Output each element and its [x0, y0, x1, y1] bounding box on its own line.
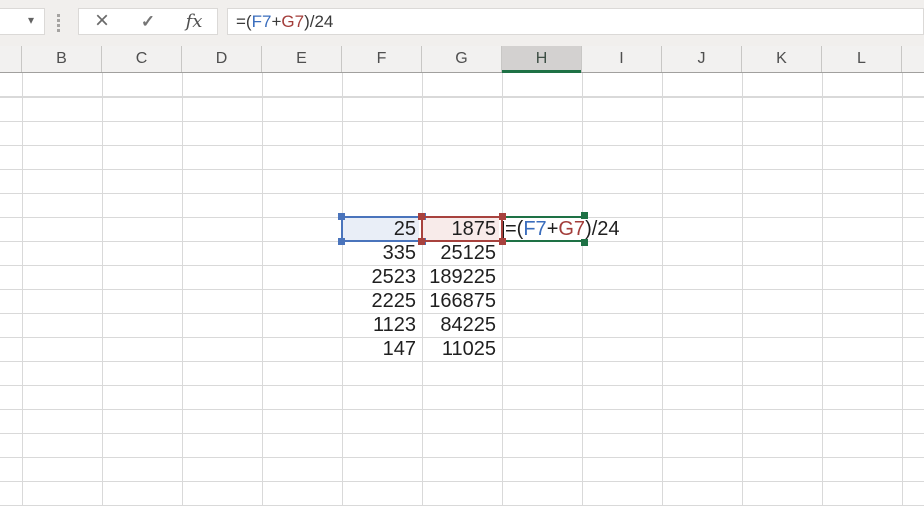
formula-text-part: )/24: [585, 218, 619, 240]
cell-F9[interactable]: 2523: [342, 265, 419, 289]
formula-input[interactable]: =(F7+G7)/24: [227, 8, 924, 35]
formula-text-part: =(: [505, 218, 523, 240]
column-header-E[interactable]: E: [262, 46, 342, 72]
column-header-F[interactable]: F: [342, 46, 422, 72]
column-header-D[interactable]: D: [182, 46, 262, 72]
cell-F11[interactable]: 1123: [342, 313, 419, 337]
cell-G12[interactable]: 11025: [422, 337, 499, 361]
reference-handle[interactable]: [499, 213, 506, 220]
cell-formula-text: =(F7+G7)/24: [505, 219, 626, 239]
formula-ref-g7: G7: [558, 218, 585, 240]
column-header-L[interactable]: L: [822, 46, 902, 72]
column-header-partial-right[interactable]: [902, 46, 924, 72]
formula-bar-buttons: × ✓ fx: [78, 8, 218, 35]
reference-handle[interactable]: [418, 213, 425, 220]
reference-handle[interactable]: [418, 238, 425, 245]
enter-button[interactable]: ✓: [125, 9, 171, 34]
column-header-partial-left[interactable]: [0, 46, 22, 72]
column-header-B[interactable]: B: [22, 46, 102, 72]
cell-F8[interactable]: 335: [342, 241, 419, 265]
formula-text-part: +: [547, 218, 559, 240]
formula-text-part: =(: [236, 12, 252, 31]
reference-handle[interactable]: [338, 213, 345, 220]
name-box[interactable]: ▾: [0, 8, 45, 35]
column-header-C[interactable]: C: [102, 46, 182, 72]
reference-border-F7: [341, 216, 423, 242]
formula-ref-f7: F7: [252, 12, 272, 31]
sheet-grid[interactable]: 25 1875 335 25125 2523 189225 2225 16687…: [0, 73, 924, 506]
insert-function-button[interactable]: fx: [171, 9, 217, 34]
toolbar-drag-handle-icon: [57, 14, 60, 32]
reference-border-G7: [421, 216, 503, 242]
formula-ref-f7: F7: [523, 218, 546, 240]
column-header-K[interactable]: K: [742, 46, 822, 72]
excel-window: ▾ × ✓ fx =(F7+G7)/24 B C D E F G H I J K…: [0, 0, 924, 506]
reference-handle[interactable]: [499, 238, 506, 245]
formula-toolbar: ▾ × ✓ fx =(F7+G7)/24: [0, 0, 924, 46]
cell-G8[interactable]: 25125: [422, 241, 499, 265]
reference-handle[interactable]: [338, 238, 345, 245]
cancel-button[interactable]: ×: [79, 9, 125, 34]
formula-ref-g7: G7: [281, 12, 304, 31]
column-header-G[interactable]: G: [422, 46, 502, 72]
column-header-I[interactable]: I: [582, 46, 662, 72]
cell-G9[interactable]: 189225: [422, 265, 499, 289]
formula-text-part: )/24: [304, 12, 333, 31]
column-header-H[interactable]: H: [502, 46, 582, 72]
cell-G11[interactable]: 84225: [422, 313, 499, 337]
fill-handle[interactable]: [581, 239, 588, 246]
cell-F12[interactable]: 147: [342, 337, 419, 361]
active-cell-H7-editor[interactable]: =(F7+G7)/24: [501, 216, 585, 242]
formula-text-part: +: [271, 12, 281, 31]
name-box-dropdown-icon[interactable]: ▾: [28, 13, 34, 27]
column-header-J[interactable]: J: [662, 46, 742, 72]
cell-F10[interactable]: 2225: [342, 289, 419, 313]
cell-G10[interactable]: 166875: [422, 289, 499, 313]
column-header-row: B C D E F G H I J K L: [0, 46, 924, 73]
